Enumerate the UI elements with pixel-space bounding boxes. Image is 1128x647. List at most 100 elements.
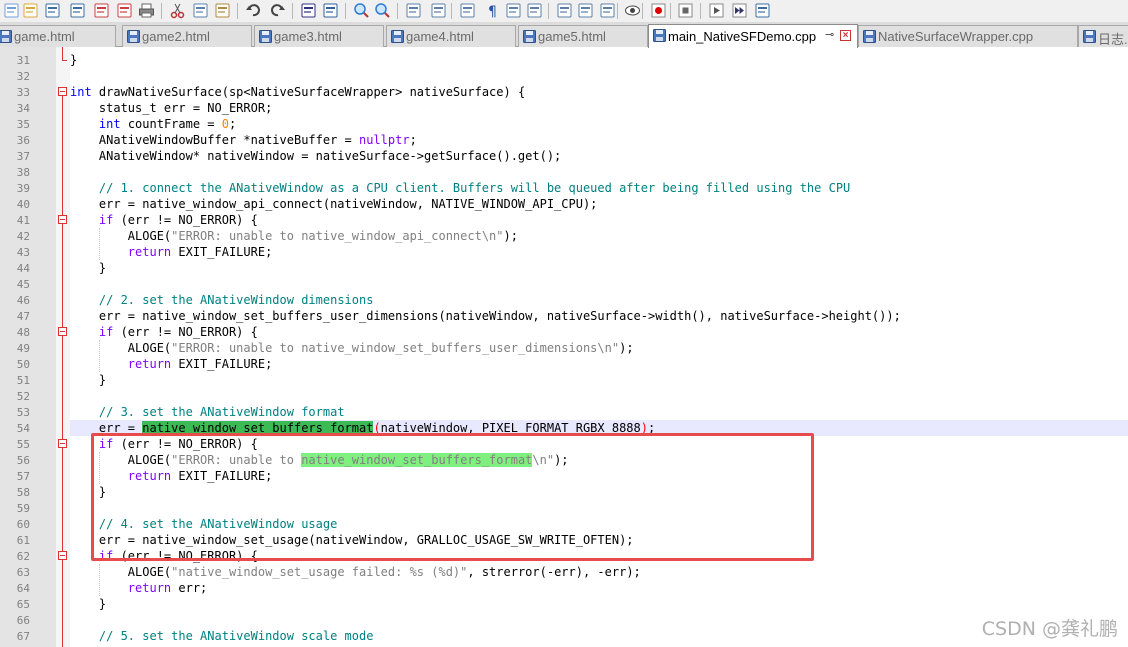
line-number: 48 <box>16 326 30 339</box>
zoom-in-icon[interactable] <box>353 2 370 19</box>
udl-icon[interactable] <box>526 2 543 19</box>
code-line[interactable]: 44 } <box>0 260 1128 276</box>
fold-toggle-icon[interactable] <box>58 87 67 96</box>
copy-icon[interactable] <box>192 2 209 19</box>
document-map-icon[interactable] <box>599 2 616 19</box>
save-macro-icon[interactable] <box>754 2 771 19</box>
code-line[interactable]: 50 return EXIT_FAILURE; <box>0 356 1128 372</box>
code-line[interactable]: 53 // 3. set the ANativeWindow format <box>0 404 1128 420</box>
save-all-icon[interactable] <box>69 2 86 19</box>
code-line[interactable]: 52 <box>0 388 1128 404</box>
line-number: 58 <box>16 486 30 499</box>
code-line[interactable]: 51 } <box>0 372 1128 388</box>
tab-main-nativesfdemo-cpp[interactable]: main_NativeSFDemo.cpp ⊸ × <box>648 24 858 48</box>
tab-nativesurfacewrapper-cpp[interactable]: NativeSurfaceWrapper.cpp <box>858 25 1078 47</box>
code-line[interactable]: 65 } <box>0 596 1128 612</box>
file-saved-icon <box>391 30 404 43</box>
paste-icon[interactable] <box>214 2 231 19</box>
code-line[interactable]: 43 return EXIT_FAILURE; <box>0 244 1128 260</box>
tab-game-html[interactable]: game.html <box>0 25 116 47</box>
line-number: 53 <box>16 406 30 419</box>
code-line[interactable]: 31} <box>0 52 1128 68</box>
sync-vertical-icon[interactable] <box>405 2 422 19</box>
line-number: 49 <box>16 342 30 355</box>
line-number: 33 <box>16 86 30 99</box>
tab-[interactable]: 日志. <box>1078 25 1128 47</box>
play-macro-icon[interactable] <box>708 2 725 19</box>
close-tab-icon[interactable]: × <box>840 30 851 41</box>
toolbar-separator <box>397 3 398 19</box>
code-line[interactable]: 36 ANativeWindowBuffer *nativeBuffer = n… <box>0 132 1128 148</box>
code-line[interactable]: 45 <box>0 276 1128 292</box>
function-list-icon[interactable] <box>556 2 573 19</box>
run-macro-multiple-icon[interactable] <box>731 2 748 19</box>
code-line[interactable]: 37 ANativeWindow* nativeWindow = nativeS… <box>0 148 1128 164</box>
code-editor[interactable]: 31} 32 33 int drawNativeSurface(sp<NativeSu… <box>0 47 1128 647</box>
code-text: err = native_window_api_connect(nativeWi… <box>70 197 598 211</box>
tab-label: NativeSurfaceWrapper.cpp <box>878 29 1034 44</box>
code-text: status_t err = NO_ERROR; <box>70 101 273 115</box>
stop-record-icon[interactable] <box>677 2 694 19</box>
monitoring-icon[interactable] <box>624 2 641 19</box>
fold-toggle-icon[interactable] <box>58 215 67 224</box>
line-number: 55 <box>16 438 30 451</box>
word-wrap-icon[interactable] <box>459 2 476 19</box>
fold-toggle-icon[interactable] <box>58 551 67 560</box>
tab-game5-html[interactable]: game5.html <box>518 25 648 47</box>
pin-icon[interactable]: ⊸ <box>825 30 836 41</box>
code-line[interactable]: 39 // 1. connect the ANativeWindow as a … <box>0 180 1128 196</box>
fold-toggle-icon[interactable] <box>58 439 67 448</box>
file-saved-icon <box>523 30 536 43</box>
toolbar-separator <box>345 3 346 19</box>
find-icon[interactable] <box>300 2 317 19</box>
code-line[interactable]: 47 err = native_window_set_buffers_user_… <box>0 308 1128 324</box>
folder-workspace-icon[interactable] <box>577 2 594 19</box>
tab-game3-html[interactable]: game3.html <box>254 25 384 47</box>
code-line[interactable]: 48 if (err != NO_ERROR) { <box>0 324 1128 340</box>
sync-horizontal-icon[interactable] <box>430 2 447 19</box>
new-file-icon[interactable] <box>3 2 20 19</box>
open-file-icon[interactable] <box>22 2 39 19</box>
tab-label: 日志. <box>1098 32 1128 47</box>
code-line[interactable]: 67 // 5. set the ANativeWindow scale mod… <box>0 628 1128 644</box>
save-icon[interactable] <box>44 2 61 19</box>
code-line[interactable]: 35 int countFrame = 0; <box>0 116 1128 132</box>
close-icon[interactable] <box>93 2 110 19</box>
code-line[interactable]: 41 if (err != NO_ERROR) { <box>0 212 1128 228</box>
print-icon[interactable] <box>138 2 155 19</box>
code-line[interactable]: 49 ALOGE("ERROR: unable to native_window… <box>0 340 1128 356</box>
code-text: // 2. set the ANativeWindow dimensions <box>98 293 374 307</box>
close-all-icon[interactable] <box>116 2 133 19</box>
code-text: } <box>70 373 107 387</box>
code-line[interactable]: 64 return err; <box>0 580 1128 596</box>
code-line[interactable]: 33 int drawNativeSurface(sp<NativeSurface… <box>0 84 1128 100</box>
code-line[interactable]: 38 <box>0 164 1128 180</box>
code-line[interactable]: 34 status_t err = NO_ERROR; <box>0 100 1128 116</box>
code-line[interactable]: 40 err = native_window_api_connect(nativ… <box>0 196 1128 212</box>
record-macro-icon[interactable] <box>650 2 667 19</box>
fold-toggle-icon[interactable] <box>58 327 67 336</box>
line-number: 52 <box>16 390 30 403</box>
code-text: // 5. set the ANativeWindow scale mode <box>98 629 374 643</box>
indent-guide <box>98 340 100 372</box>
code-text: if (err != NO_ERROR) { <box>98 325 258 339</box>
line-number: 61 <box>16 534 30 547</box>
toolbar: ¶ <box>0 0 1128 23</box>
tab-game4-html[interactable]: game4.html <box>386 25 516 47</box>
code-line[interactable]: 42 ALOGE("ERROR: unable to native_window… <box>0 228 1128 244</box>
code-line[interactable]: 46 // 2. set the ANativeWindow dimension… <box>0 292 1128 308</box>
code-line[interactable]: 63 ALOGE("native_window_set_usage failed… <box>0 564 1128 580</box>
show-all-chars-icon[interactable]: ¶ <box>484 2 501 19</box>
undo-icon[interactable] <box>245 2 262 19</box>
code-text: // 1. connect the ANativeWindow as a CPU… <box>98 181 851 195</box>
code-line[interactable]: 66 <box>0 612 1128 628</box>
replace-icon[interactable] <box>322 2 339 19</box>
tab-game2-html[interactable]: game2.html <box>122 25 252 47</box>
zoom-out-icon[interactable] <box>374 2 391 19</box>
redo-icon[interactable] <box>269 2 286 19</box>
code-line[interactable]: 32 <box>0 68 1128 84</box>
cut-icon[interactable] <box>169 2 186 19</box>
indent-guide-icon[interactable] <box>505 2 522 19</box>
